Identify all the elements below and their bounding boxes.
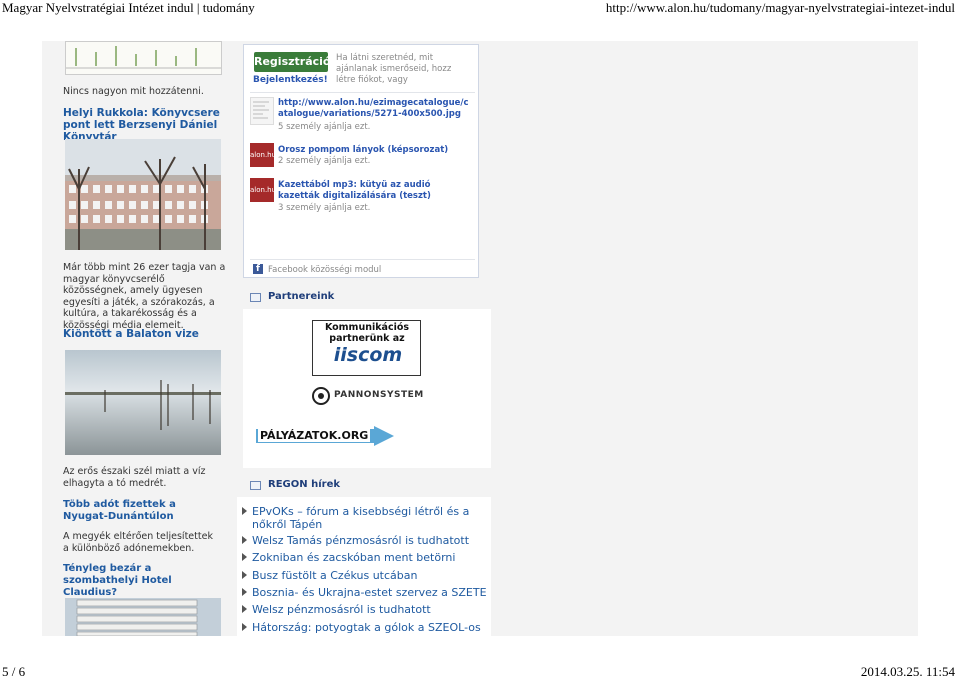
bullet-arrow-icon xyxy=(242,605,247,613)
iiscom-banner-text: Kommunikációs partnerünk az xyxy=(324,322,410,344)
login-link[interactable]: Bejelentkezés! xyxy=(253,75,328,85)
fb-item-link-2[interactable]: Orosz pompom lányok (képsorozat) xyxy=(278,145,474,156)
article-title-ado[interactable]: Több adót fizettek a Nyugat-Dunántúlon xyxy=(63,499,213,523)
regon-title: REGON hírek xyxy=(268,479,341,490)
library-photo[interactable] xyxy=(65,139,221,250)
regon-news-item[interactable]: Welsz Tamás pénzmosásról is tudhatott xyxy=(242,534,490,548)
alon-logo-icon[interactable]: alon.hu xyxy=(250,178,277,202)
divider xyxy=(250,259,475,260)
register-prompt: Ha látni szeretnéd, mit ajánlanak ismerő… xyxy=(336,53,452,85)
bullet-arrow-icon xyxy=(242,553,247,561)
print-footer-page: 5 / 6 xyxy=(2,664,26,679)
fb-item-count-3: 3 személy ajánlja ezt. xyxy=(278,203,371,213)
bullet-arrow-icon xyxy=(242,571,247,579)
facebook-plugin-label: Facebook közösségi modul xyxy=(268,265,382,275)
section-icon xyxy=(250,293,261,302)
regon-news-item[interactable]: EPvOKs – fórum a kisebbségi létről és a … xyxy=(242,505,490,531)
regon-news-item[interactable]: Bosznia- és Ukrajna-estet szervez a SZET… xyxy=(242,586,490,600)
article-image-top[interactable] xyxy=(65,41,222,75)
fb-item-link-3[interactable]: Kazettából mp3: kütyü az audió kazetták … xyxy=(278,180,458,202)
partners-title: Partnereink xyxy=(268,291,335,302)
print-header-title: Magyar Nyelvstratégiai Intézet indul | t… xyxy=(2,0,255,15)
pannon-logo-text: PANNONSYSTEM xyxy=(334,390,424,400)
article-text-rukkola: Már több mint 26 ezer tagja van a magyar… xyxy=(63,262,226,331)
bullet-arrow-icon xyxy=(242,536,247,544)
regon-news-item[interactable]: Zokniban és zacskóban ment betörni xyxy=(242,551,490,565)
alon-logo-text: alon.hu xyxy=(250,151,277,159)
news-item-text: Hátország: potyogtak a gólok a SZEOL-os xyxy=(252,621,481,634)
hotel-photo[interactable] xyxy=(65,598,221,636)
no-like-text: Nincs nagyon mit hozzátenni. xyxy=(63,86,204,97)
pannonsystem-logo[interactable]: PANNONSYSTEM xyxy=(312,387,424,407)
article-title-rukkola[interactable]: Helyi Rukkola: Könyvcsere pont lett Berz… xyxy=(63,107,223,143)
fb-item-count-2: 2 személy ajánlja ezt. xyxy=(278,156,371,166)
facebook-icon: f xyxy=(253,264,263,274)
palyazatok-text: PÁLYÁZATOK.ORG xyxy=(258,429,371,442)
article-title-balaton[interactable]: Kiöntött a Balaton vize xyxy=(63,328,228,340)
news-item-text: Busz füstölt a Czékus utcában xyxy=(252,569,418,582)
news-item-text: EPvOKs – fórum a kisebbségi létről és a … xyxy=(252,505,470,531)
article-text-ado: A megyék eltérően teljesítettek a különb… xyxy=(63,531,213,554)
iiscom-logo: iiscom xyxy=(333,344,403,366)
fb-item-count-1: 5 személy ajánlja ezt. xyxy=(278,122,371,132)
palyazatok-banner[interactable]: PÁLYÁZATOK.ORG xyxy=(256,426,396,450)
news-item-text: Zokniban és zacskóban ment betörni xyxy=(252,551,456,564)
chart-thumbnail-icon xyxy=(66,42,221,74)
alon-logo-text: alon.hu xyxy=(250,186,277,194)
article-text-balaton: Az erős északi szél miatt a víz elhagyta… xyxy=(63,466,206,489)
regon-news-item[interactable]: Welsz pénzmosásról is tudhatott xyxy=(242,603,490,617)
facebook-recommendations-box: Regisztráció Ha látni szeretnéd, mit ajá… xyxy=(243,44,479,278)
article-title-claudius[interactable]: Tényleg bezár a szombathelyi Hotel Claud… xyxy=(63,563,223,599)
section-icon xyxy=(250,481,261,490)
register-button[interactable]: Regisztráció xyxy=(254,52,330,72)
fb-item-link-1[interactable]: http://www.alon.hu/ezimagecatalogue/cata… xyxy=(278,98,474,120)
news-item-text: Welsz Tamás pénzmosásról is tudhatott xyxy=(252,534,470,547)
bullet-arrow-icon xyxy=(242,623,247,631)
regon-news-item[interactable]: Busz füstölt a Czékus utcában xyxy=(242,569,490,583)
fb-item-thumb-1[interactable] xyxy=(250,97,274,125)
news-item-text: Bosznia- és Ukrajna-estet szervez a SZET… xyxy=(252,586,487,599)
pannon-badge-icon xyxy=(312,387,330,405)
news-item-text: Welsz pénzmosásról is tudhatott xyxy=(252,603,431,616)
bullet-arrow-icon xyxy=(242,588,247,596)
print-header-url: http://www.alon.hu/tudomany/magyar-nyelv… xyxy=(605,0,955,15)
iiscom-banner[interactable]: Kommunikációs partnerünk az iiscom xyxy=(312,320,421,376)
divider xyxy=(250,92,475,93)
alon-logo-icon[interactable]: alon.hu xyxy=(250,143,277,167)
bullet-arrow-icon xyxy=(242,507,247,515)
partners-panel: Kommunikációs partnerünk az iiscom PANNO… xyxy=(243,309,491,468)
print-footer-datetime: 2014.03.25. 11:54 xyxy=(860,664,955,679)
balaton-photo[interactable] xyxy=(65,350,221,455)
regon-news-item[interactable]: Hátország: potyogtak a gólok a SZEOL-os xyxy=(242,621,490,635)
